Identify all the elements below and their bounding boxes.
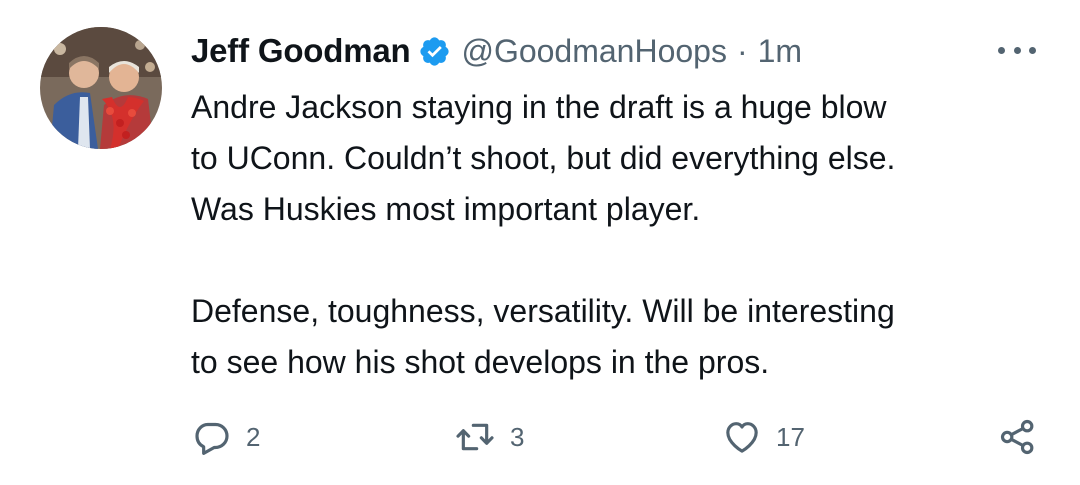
avatar[interactable] (40, 27, 162, 149)
verified-badge-icon (418, 35, 451, 68)
retweet-icon (456, 423, 494, 451)
header-separator: · (736, 32, 748, 69)
more-horizontal-icon[interactable] (998, 38, 1036, 62)
tweet-line: Defense, toughness, versatility. Will be… (191, 293, 895, 329)
author-handle[interactable]: @GoodmanHoops (461, 33, 727, 70)
tweet-paragraph-1: Andre Jackson staying in the draft is a … (191, 82, 1051, 235)
tweet-timestamp[interactable]: 1m (758, 33, 802, 70)
more-dot (1029, 46, 1036, 54)
like-button[interactable]: 17 (722, 414, 805, 460)
tweet-actions: 2 3 17 (0, 414, 1080, 460)
tweet-paragraph-2: Defense, toughness, versatility. Will be… (191, 286, 1051, 388)
more-dot (998, 46, 1005, 54)
tweet-text: Andre Jackson staying in the draft is a … (191, 82, 1051, 388)
tweet-line: Was Huskies most important player. (191, 191, 701, 227)
reply-icon (195, 422, 229, 455)
retweet-button[interactable]: 3 (454, 414, 524, 460)
share-icon (1000, 419, 1034, 455)
tweet-header: Jeff Goodman @GoodmanHoops · 1m (191, 26, 802, 76)
reply-count: 2 (246, 421, 261, 452)
reply-button[interactable]: 2 (192, 414, 260, 460)
heart-icon (726, 422, 758, 453)
like-count: 17 (776, 421, 805, 452)
tweet-line: to see how his shot develops in the pros… (191, 344, 770, 380)
tweet-line: to UConn. Couldn’t shoot, but did everyt… (191, 140, 896, 176)
author-name[interactable]: Jeff Goodman (191, 32, 411, 70)
retweet-count: 3 (510, 421, 525, 452)
tweet-line: Andre Jackson staying in the draft is a … (191, 89, 887, 125)
avatar-photo (40, 27, 162, 149)
share-button[interactable] (998, 414, 1038, 460)
tweet-card[interactable]: Jeff Goodman @GoodmanHoops · 1m Andre Ja… (0, 0, 1080, 485)
more-dot (1013, 46, 1021, 54)
